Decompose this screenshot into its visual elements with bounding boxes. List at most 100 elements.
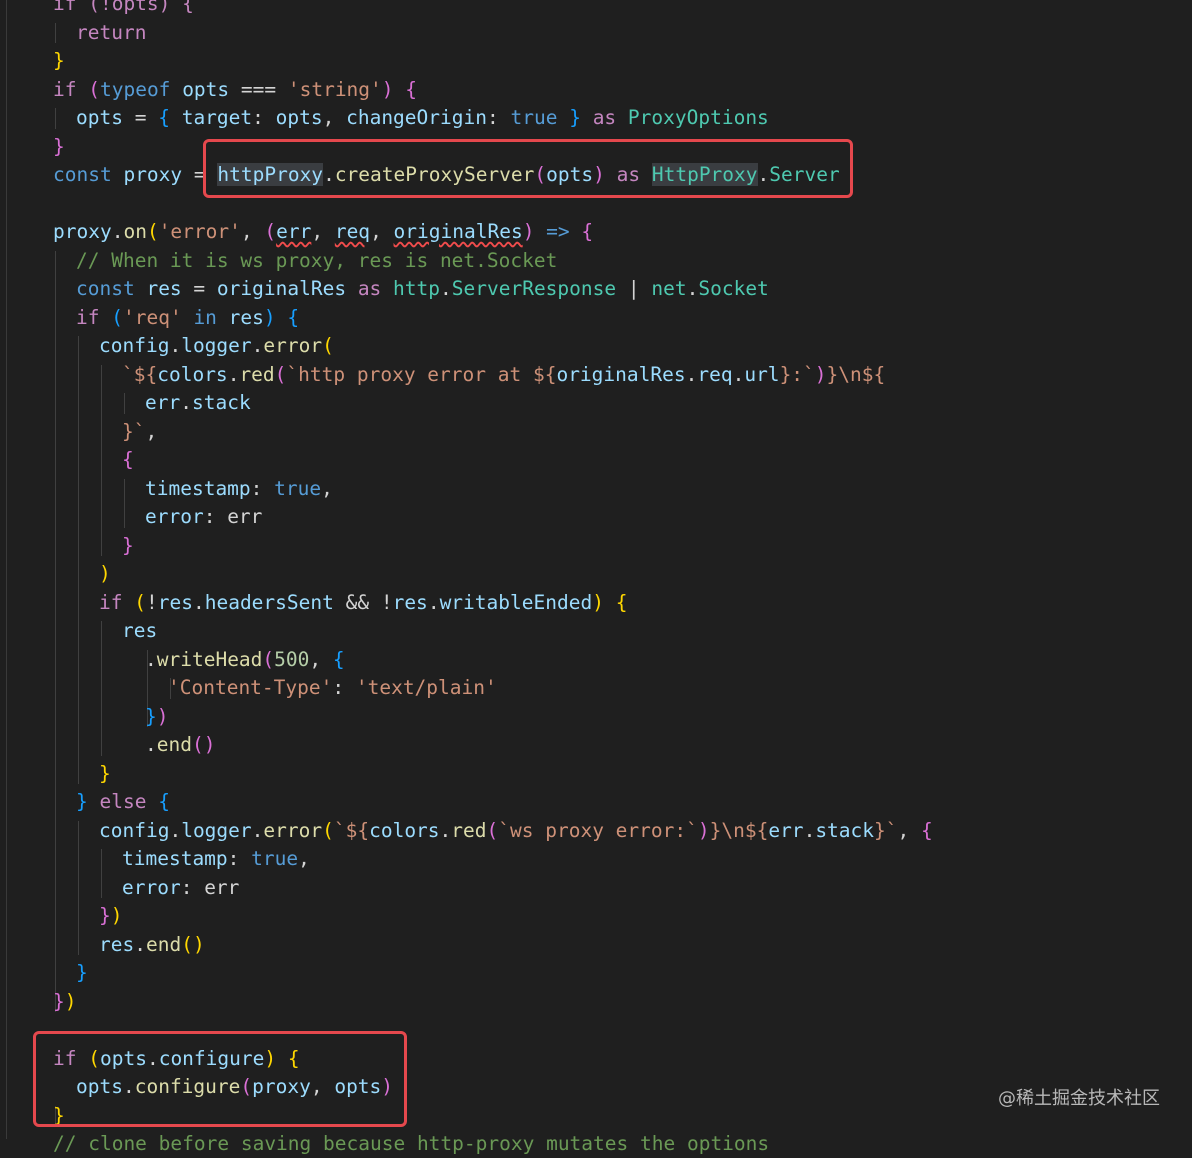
code-token: , (298, 847, 310, 870)
code-token: }\n${ (709, 818, 769, 842)
code-line[interactable]: return (76, 19, 146, 47)
code-line[interactable]: } else { (76, 788, 170, 816)
code-token: . (134, 932, 146, 956)
code-token: true (251, 847, 299, 870)
code-token: }` (874, 818, 898, 842)
code-line[interactable]: error: err (145, 503, 262, 531)
code-line[interactable]: } (53, 133, 65, 161)
code-line[interactable]: if ('req' in res) { (76, 304, 299, 332)
code-line[interactable]: 'Content-Type': 'text/plain' (168, 674, 497, 702)
code-token: 'Content-Type' (168, 676, 333, 699)
code-token: red (239, 362, 275, 386)
code-line[interactable]: }) (145, 703, 169, 731)
code-token: changeOrigin (346, 106, 487, 129)
code-line[interactable]: }) (53, 988, 77, 1016)
code-token: = (122, 106, 159, 129)
code-line[interactable]: res.end() (99, 931, 205, 959)
code-token: res (99, 932, 135, 956)
code-token: ) (697, 818, 710, 842)
code-token: . (685, 362, 698, 386)
code-line[interactable]: const res = originalRes as http.ServerRe… (76, 275, 769, 303)
code-token: : (180, 875, 205, 899)
code-token: ) (263, 305, 276, 329)
code-token: if (!opts) { (53, 0, 194, 15)
code-line[interactable]: .end() (145, 731, 215, 759)
code-token: ( (134, 590, 146, 614)
code-line[interactable]: }`, (122, 418, 157, 446)
code-token: res (122, 619, 158, 642)
code-token: { (158, 790, 170, 813)
code-token: url (744, 362, 780, 386)
code-token: 500 (274, 647, 310, 671)
code-token: . (732, 362, 745, 386)
code-line[interactable]: } (53, 47, 65, 75)
code-line[interactable]: if (typeof opts === 'string') { (53, 76, 417, 104)
code-line[interactable]: } (99, 760, 111, 788)
code-token: ) (381, 77, 394, 101)
code-token: originalRes (393, 220, 523, 243)
indent-guide (101, 621, 102, 756)
code-token: `${ (122, 362, 158, 386)
code-token: logger (181, 334, 252, 357)
watermark: @稀土掘金技术社区 (998, 1088, 1160, 1109)
code-token: { (158, 106, 170, 129)
code-token: ) (522, 220, 535, 243)
code-editor[interactable]: if (!opts) {return} if (typeof opts === '… (0, 0, 1192, 1155)
code-line[interactable]: // clone before saving because http-prox… (53, 1130, 769, 1158)
code-line[interactable]: { (122, 446, 134, 474)
code-token: ) (99, 562, 111, 585)
code-token: , (240, 220, 265, 243)
code-token: 'string' (287, 77, 382, 101)
highlight-box-configure (33, 1031, 407, 1127)
code-token: req (334, 220, 371, 243)
code-token: res (146, 277, 182, 300)
indent-guide (55, 250, 56, 1012)
indent-guide (78, 336, 79, 784)
code-line[interactable]: } (122, 532, 134, 560)
code-line[interactable]: err.stack (145, 389, 251, 417)
code-token: } (76, 961, 88, 984)
code-line[interactable]: timestamp: true, (145, 475, 333, 503)
editor-gutter-border (6, 0, 7, 1139)
code-token: , (309, 647, 333, 671)
code-token: } (53, 989, 65, 1013)
highlight-box-create-proxy (203, 139, 853, 198)
code-line[interactable]: error: err (122, 874, 239, 902)
code-line[interactable]: // When it is ws proxy, res is net.Socke… (76, 247, 557, 275)
code-token: err (768, 818, 804, 842)
code-token: http (393, 277, 441, 300)
code-line[interactable]: if (!opts) { (53, 0, 194, 18)
code-line[interactable]: if (!res.headersSent && !res.writableEnd… (99, 589, 627, 617)
code-line[interactable]: .writeHead(500, { (145, 646, 345, 674)
code-token: , (311, 220, 335, 243)
code-line[interactable]: `${colors.red(`http proxy error at ${ori… (122, 361, 885, 389)
code-token: { (332, 647, 345, 671)
code-line[interactable]: ) (99, 560, 111, 588)
code-line[interactable]: proxy.on('error', (err, req, originalRes… (53, 218, 593, 246)
code-line[interactable]: config.logger.error(`${colors.red(`ws pr… (99, 817, 933, 845)
code-token: { (615, 590, 628, 614)
code-line[interactable]: timestamp: true, (122, 845, 310, 873)
code-token: ProxyOptions (627, 106, 769, 129)
code-token: { (122, 448, 134, 471)
code-token: . (439, 818, 452, 842)
code-token: . (251, 334, 264, 357)
code-line[interactable]: opts = { target: opts, changeOrigin: tru… (76, 104, 769, 132)
code-token: true (274, 476, 322, 500)
code-line[interactable]: }) (99, 902, 123, 930)
code-line[interactable]: } (76, 959, 88, 987)
code-line[interactable]: config.logger.error( (99, 332, 334, 360)
code-token: opts (275, 106, 323, 129)
code-token: } (569, 106, 581, 129)
code-line[interactable]: res (122, 617, 157, 645)
code-token: ) (592, 590, 604, 614)
code-token: . (169, 334, 182, 357)
code-token: : (252, 106, 276, 129)
